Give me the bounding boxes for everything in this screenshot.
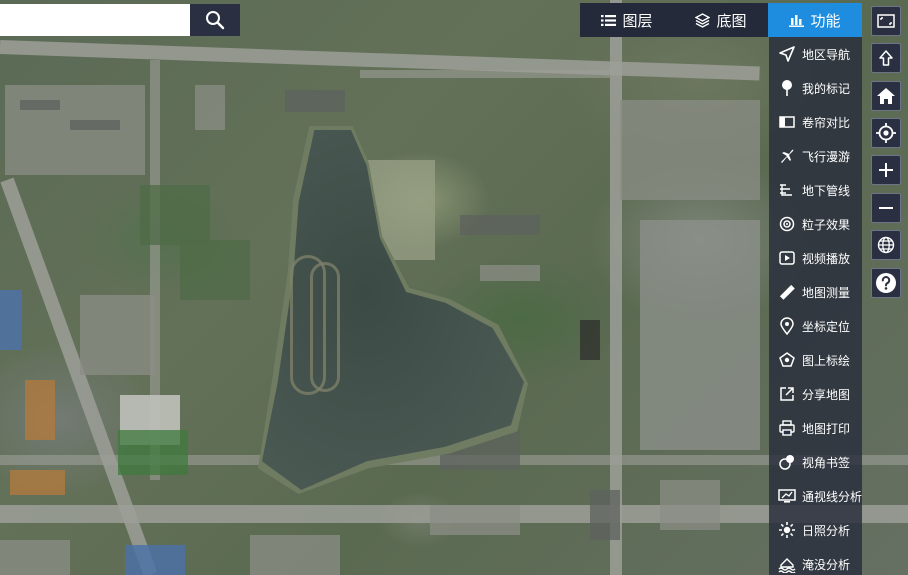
menu-item-label: 地下管线 [802, 183, 851, 198]
menu-item-label: 地图测量 [802, 285, 851, 300]
sun-icon [778, 521, 802, 539]
pin-icon [778, 79, 802, 97]
menu-item-map-measure[interactable]: 地图测量 [769, 275, 862, 309]
globe-button[interactable] [871, 230, 901, 260]
menu-item-map-print[interactable]: 地图打印 [769, 411, 862, 445]
menu-item-sunlight-analysis[interactable]: 日照分析 [769, 513, 862, 547]
tab-label: 功能 [810, 11, 841, 30]
globe-icon [877, 236, 895, 254]
menu-item-region-nav[interactable]: 地区导航 [769, 37, 862, 71]
north-button[interactable] [871, 43, 901, 73]
zoom-out-button[interactable] [871, 193, 901, 223]
menu-item-video-play[interactable]: 视频播放 [769, 241, 862, 275]
fullscreen-button[interactable] [871, 6, 901, 36]
menu-item-label: 图上标绘 [802, 353, 851, 368]
menu-item-map-plot[interactable]: 图上标绘 [769, 343, 862, 377]
menu-item-label: 视角书签 [802, 455, 851, 470]
menu-item-label: 地图打印 [802, 421, 851, 436]
menu-item-label: 我的标记 [802, 81, 851, 96]
split-compare-icon [778, 113, 802, 131]
search-input[interactable] [0, 4, 190, 36]
minus-icon [877, 199, 895, 217]
share-icon [778, 385, 802, 403]
help-icon [875, 272, 897, 294]
location-icon [778, 317, 802, 335]
bookmark-icon [778, 453, 802, 471]
zoom-in-button[interactable] [871, 155, 901, 185]
printer-icon [778, 419, 802, 437]
top-tabs: 图层 底图 功能 [580, 3, 862, 37]
tab-layers[interactable]: 图层 [580, 3, 674, 37]
list-icon [601, 14, 617, 27]
menu-item-label: 粒子效果 [802, 217, 851, 232]
menu-item-label: 地区导航 [802, 47, 851, 62]
menu-item-coordinate-locate[interactable]: 坐标定位 [769, 309, 862, 343]
menu-item-label: 坐标定位 [802, 319, 851, 334]
menu-item-label: 飞行漫游 [802, 149, 851, 164]
airplane-icon [778, 147, 802, 165]
menu-item-view-bookmark[interactable]: 视角书签 [769, 445, 862, 479]
layers-icon [695, 12, 711, 28]
menu-item-flood-analysis[interactable]: 淹没分析 [769, 547, 862, 575]
menu-item-label: 淹没分析 [802, 557, 851, 572]
video-icon [778, 249, 802, 267]
menu-item-label: 分享地图 [802, 387, 851, 402]
menu-item-label: 卷帘对比 [802, 115, 851, 130]
function-menu: 地区导航 我的标记 卷帘对比 飞行漫游 地下管线 粒子效果 视频播放 地图测量 … [769, 37, 862, 575]
menu-item-flight-tour[interactable]: 飞行漫游 [769, 139, 862, 173]
bar-chart-icon [789, 13, 805, 27]
help-button[interactable] [871, 268, 901, 298]
draw-icon [778, 351, 802, 369]
menu-item-my-marks[interactable]: 我的标记 [769, 71, 862, 105]
monitor-icon [778, 487, 802, 505]
menu-item-share-map[interactable]: 分享地图 [769, 377, 862, 411]
menu-item-label: 通视线分析 [801, 489, 862, 504]
tab-label: 底图 [716, 11, 747, 30]
arrow-up-icon [879, 50, 893, 66]
menu-item-label: 视频播放 [802, 251, 851, 266]
fullscreen-icon [877, 14, 895, 28]
menu-item-underground-pipeline[interactable]: 地下管线 [769, 173, 862, 207]
search-bar [0, 4, 240, 36]
menu-item-particle-effect[interactable]: 粒子效果 [769, 207, 862, 241]
home-icon [876, 87, 896, 105]
crosshair-icon [876, 123, 896, 143]
plus-icon [877, 161, 895, 179]
search-icon [205, 10, 225, 30]
tab-basemap[interactable]: 底图 [674, 3, 768, 37]
ruler-icon [778, 283, 802, 301]
menu-item-split-compare[interactable]: 卷帘对比 [769, 105, 862, 139]
menu-item-label: 日照分析 [802, 523, 851, 538]
navigation-icon [778, 45, 802, 63]
tab-functions[interactable]: 功能 [768, 3, 862, 37]
locate-button[interactable] [871, 118, 901, 148]
flood-icon [778, 555, 802, 573]
menu-item-line-of-sight[interactable]: 通视线分析 [769, 479, 862, 513]
tab-label: 图层 [622, 11, 653, 30]
pipeline-icon [778, 181, 802, 199]
home-button[interactable] [871, 81, 901, 111]
search-button[interactable] [190, 4, 240, 36]
particle-icon [778, 215, 802, 233]
